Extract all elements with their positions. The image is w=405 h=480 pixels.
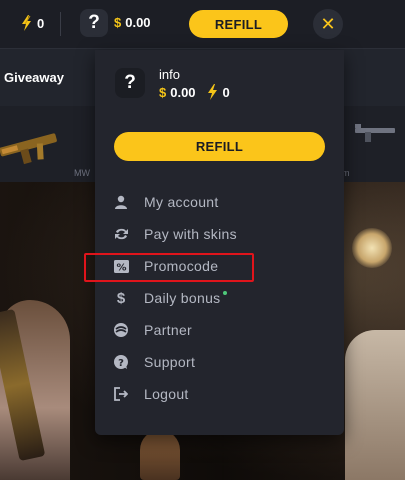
menu-label: Logout: [144, 386, 189, 402]
menu-item-partner[interactable]: Partner: [113, 316, 328, 344]
menu-item-daily-bonus[interactable]: $ Daily bonus: [113, 284, 328, 312]
bolt-coin-icon: [22, 15, 31, 31]
balance-value: 0.00: [170, 84, 196, 100]
svg-text:?: ?: [118, 358, 124, 369]
exchange-icon: [113, 226, 129, 242]
new-indicator-dot: [223, 291, 228, 295]
pistol-skin-image[interactable]: [355, 124, 395, 142]
bolt-coin-icon: [207, 84, 217, 100]
banner-figure-right: [345, 330, 405, 480]
menu-item-pay-with-skins[interactable]: Pay with skins: [113, 220, 328, 248]
coin-balance[interactable]: 0: [20, 15, 44, 31]
banner-chicken: [140, 430, 180, 480]
avatar[interactable]: ?: [80, 9, 108, 37]
menu-item-support[interactable]: ? Support: [113, 348, 328, 376]
close-menu-button[interactable]: ✕: [313, 9, 343, 39]
menu-item-my-account[interactable]: My account: [113, 188, 328, 216]
skin-wear-label: MW: [74, 168, 90, 178]
username: info: [159, 67, 180, 82]
partner-icon: [113, 322, 129, 338]
user-icon: [113, 194, 129, 210]
menu-label: Support: [144, 354, 196, 370]
coin-count: 0: [222, 84, 230, 100]
balance-value: 0.00: [125, 15, 151, 30]
lamp-glow: [352, 228, 392, 268]
menu-label: Partner: [144, 322, 193, 338]
coin-count: 0: [37, 15, 45, 31]
divider: [60, 12, 61, 36]
question-bubble-icon: ?: [113, 354, 129, 370]
menu-item-logout[interactable]: Logout: [113, 380, 328, 408]
page: Giveaway MW m 0 ? $ 0.00 REFILL ✕ ? info…: [0, 0, 405, 480]
promocode-highlight-box: [84, 253, 254, 282]
dollar-icon: $: [159, 84, 167, 100]
menu-label: My account: [144, 194, 219, 210]
money-balance[interactable]: $ 0.00: [114, 15, 151, 30]
giveaway-label[interactable]: Giveaway: [4, 70, 64, 85]
topbar: 0 ? $ 0.00 REFILL ✕: [0, 0, 405, 48]
dropdown-refill-button[interactable]: REFILL: [114, 132, 325, 161]
rifle-skin-image[interactable]: [0, 133, 61, 170]
menu-label: Daily bonus: [144, 290, 221, 306]
logout-icon: [113, 386, 129, 402]
menu-label: Pay with skins: [144, 226, 237, 242]
dropdown-avatar[interactable]: ?: [115, 68, 145, 98]
dollar-icon: $: [116, 289, 126, 307]
close-icon: ✕: [320, 13, 336, 34]
dollar-icon: $: [114, 15, 122, 30]
user-dropdown-menu: ? info $ 0.00 0 REFILL My account Pay wi…: [95, 50, 344, 435]
dropdown-balance: $ 0.00 0: [159, 84, 230, 100]
refill-button[interactable]: REFILL: [189, 10, 288, 38]
